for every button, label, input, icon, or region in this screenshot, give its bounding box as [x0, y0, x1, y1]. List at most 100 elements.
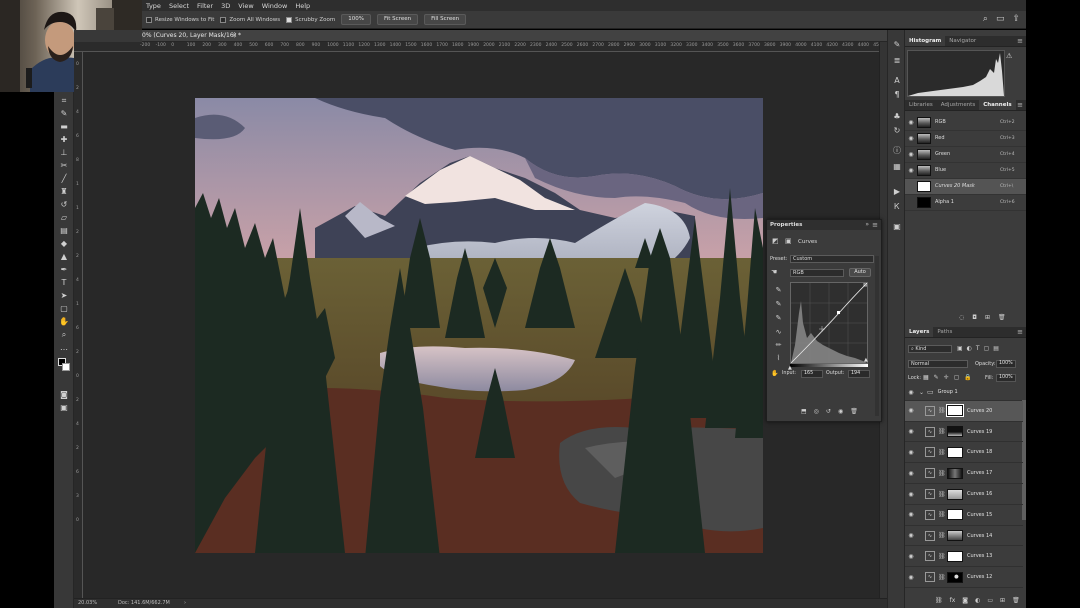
- layer-mask-thumbnail[interactable]: [947, 426, 963, 438]
- hand-tool-icon[interactable]: ✋: [58, 317, 70, 327]
- menu-window[interactable]: Window: [262, 2, 288, 10]
- visibility-eye-icon[interactable]: ◉: [905, 470, 917, 477]
- new-layer-icon[interactable]: ⊞: [1000, 597, 1005, 604]
- channel-row[interactable]: ◉ Green Ctrl+4: [905, 147, 1026, 163]
- layer-row[interactable]: ◉ ∿ ⛓ Curves 18: [905, 443, 1023, 464]
- view-previous-icon[interactable]: ◎: [814, 408, 819, 415]
- patch-tool-icon[interactable]: ✂: [58, 161, 70, 171]
- tab-navigator[interactable]: Navigator: [945, 36, 980, 46]
- tab-paths[interactable]: Paths: [933, 327, 956, 337]
- hand-adjust-icon[interactable]: ✋: [771, 370, 778, 377]
- close-tab-icon[interactable]: ×: [232, 32, 237, 39]
- zoom-readout[interactable]: 20.03%: [78, 600, 97, 606]
- preset-select[interactable]: Custom: [790, 255, 874, 263]
- save-selection-icon[interactable]: ◘: [972, 314, 977, 321]
- layer-filter-kind[interactable]: ⌕ Kind: [908, 345, 952, 353]
- visibility-eye-icon[interactable]: ◉: [905, 574, 917, 581]
- visibility-eye-icon[interactable]: ◉: [905, 428, 917, 435]
- panel-menu-icon[interactable]: ≡: [1017, 37, 1023, 45]
- tab-channels[interactable]: Channels: [979, 100, 1016, 110]
- collapse-icon[interactable]: »: [865, 221, 869, 228]
- zoom-tool-icon[interactable]: ⌕: [58, 330, 70, 340]
- layer-row[interactable]: ◉ ∿ ⛓ Curves 14: [905, 526, 1023, 547]
- smooth-curve-icon[interactable]: ⌇: [774, 354, 783, 363]
- lock-artboard-icon[interactable]: ▢: [954, 374, 960, 381]
- draw-curve-icon[interactable]: ✏: [774, 341, 783, 350]
- doc-size-readout[interactable]: Doc: 141.6M/662.7M: [118, 600, 170, 606]
- channel-row[interactable]: ◉ RGB Ctrl+2: [905, 115, 1026, 131]
- white-slider-icon[interactable]: ▲: [864, 357, 868, 363]
- channel-row[interactable]: Alpha 1 Ctrl+6: [905, 195, 1026, 211]
- layer-mask-thumbnail[interactable]: [947, 530, 963, 542]
- zoom-all-option[interactable]: Zoom All Windows: [220, 16, 280, 23]
- dodge-tool-icon[interactable]: ▲: [58, 252, 70, 262]
- auto-button[interactable]: Auto: [849, 268, 871, 277]
- share-icon[interactable]: ⇪: [1012, 14, 1020, 24]
- chain-link-icon[interactable]: ⛓: [938, 574, 946, 581]
- eyedropper-tool-icon[interactable]: ✎: [58, 109, 70, 119]
- crop-tool-icon[interactable]: ⌗: [58, 96, 70, 106]
- load-selection-icon[interactable]: ◌: [959, 314, 964, 321]
- eraser-tool-icon[interactable]: ▱: [58, 213, 70, 223]
- lock-position-icon[interactable]: ✛: [944, 374, 949, 381]
- blend-mode-select[interactable]: Normal: [908, 360, 968, 368]
- more-tools-icon[interactable]: …: [58, 343, 70, 353]
- search-icon[interactable]: ⌕: [983, 14, 988, 24]
- layer-row[interactable]: ◉ ∿ ⛓ Curves 20: [905, 401, 1023, 422]
- chain-link-icon[interactable]: ⛓: [938, 532, 946, 539]
- add-mask-icon[interactable]: ◙: [962, 597, 968, 604]
- workspace-icon[interactable]: ▭: [996, 14, 1005, 24]
- menu-help[interactable]: Help: [295, 2, 310, 10]
- chain-link-icon[interactable]: ⛓: [938, 511, 946, 518]
- channel-row[interactable]: ◉ Red Ctrl+3: [905, 131, 1026, 147]
- edit-points-icon[interactable]: ∿: [774, 328, 783, 337]
- chain-link-icon[interactable]: ⛓: [938, 407, 946, 414]
- tab-adjustments[interactable]: Adjustments: [937, 100, 979, 110]
- panel-menu-icon[interactable]: ≡: [1017, 101, 1023, 109]
- curves-graph[interactable]: [790, 282, 868, 364]
- gradient-tool-icon[interactable]: ▤: [58, 226, 70, 236]
- scrubby-zoom-checkbox[interactable]: [286, 16, 293, 23]
- delete-layer-icon[interactable]: 🗑: [1012, 597, 1020, 604]
- zoom-all-checkbox[interactable]: [220, 16, 227, 23]
- stamp-tool-icon[interactable]: ⊥: [58, 148, 70, 158]
- path-selection-icon[interactable]: ➤: [58, 291, 70, 301]
- chain-link-icon[interactable]: ⛓: [938, 428, 946, 435]
- layer-mask-icon[interactable]: ▣: [785, 237, 792, 245]
- delete-channel-icon[interactable]: 🗑: [998, 314, 1006, 321]
- color-swatches-icon[interactable]: [58, 358, 70, 374]
- clone-source-icon[interactable]: ♣: [891, 112, 903, 122]
- chevron-down-icon[interactable]: ⌄: [919, 389, 924, 396]
- menu-select[interactable]: Select: [169, 2, 189, 10]
- clip-to-layer-icon[interactable]: ⬒: [801, 408, 807, 415]
- layer-group-row[interactable]: ◉ ⌄ ▭ Group 1: [905, 384, 1023, 401]
- visibility-eye-icon[interactable]: ◉: [905, 135, 917, 142]
- document-tab[interactable]: 0% (Curves 20, Layer Mask/16) * ×: [142, 30, 887, 42]
- chain-link-icon[interactable]: ⛓: [938, 553, 946, 560]
- layer-row[interactable]: ◉ ∿ ⛓ Curves 16: [905, 484, 1023, 505]
- layer-mask-thumbnail[interactable]: [946, 404, 964, 418]
- shape-tool-icon[interactable]: ▢: [58, 304, 70, 314]
- layer-row[interactable]: ◉ ∿ ⛓ Curves 12: [905, 567, 1023, 589]
- channel-select[interactable]: RGB: [790, 269, 844, 277]
- zoom-100-button[interactable]: 100%: [341, 14, 371, 25]
- new-group-icon[interactable]: ▭: [987, 597, 993, 604]
- chain-link-icon[interactable]: ⛓: [938, 470, 946, 477]
- layer-mask-thumbnail[interactable]: [947, 467, 963, 479]
- character-icon[interactable]: A: [891, 76, 903, 86]
- visibility-eye-icon[interactable]: ◉: [905, 491, 917, 498]
- visibility-eye-icon[interactable]: ◉: [905, 167, 917, 174]
- lock-all-icon[interactable]: 🔒: [964, 374, 971, 381]
- measurement-icon[interactable]: Ꮶ: [891, 202, 903, 212]
- menu-type[interactable]: Type: [146, 2, 161, 10]
- landscape-photo[interactable]: [195, 98, 763, 553]
- panel-menu-icon[interactable]: ≡: [872, 221, 878, 229]
- history-brush-icon[interactable]: ↺: [58, 200, 70, 210]
- menu-view[interactable]: View: [238, 2, 253, 10]
- tab-histogram[interactable]: Histogram: [905, 36, 946, 46]
- properties-scrollbar[interactable]: [875, 256, 879, 416]
- visibility-eye-icon[interactable]: ◉: [905, 553, 917, 560]
- blur-tool-icon[interactable]: ◆: [58, 239, 70, 249]
- lock-transparent-icon[interactable]: ▦: [923, 374, 929, 381]
- new-channel-icon[interactable]: ⊞: [985, 314, 990, 321]
